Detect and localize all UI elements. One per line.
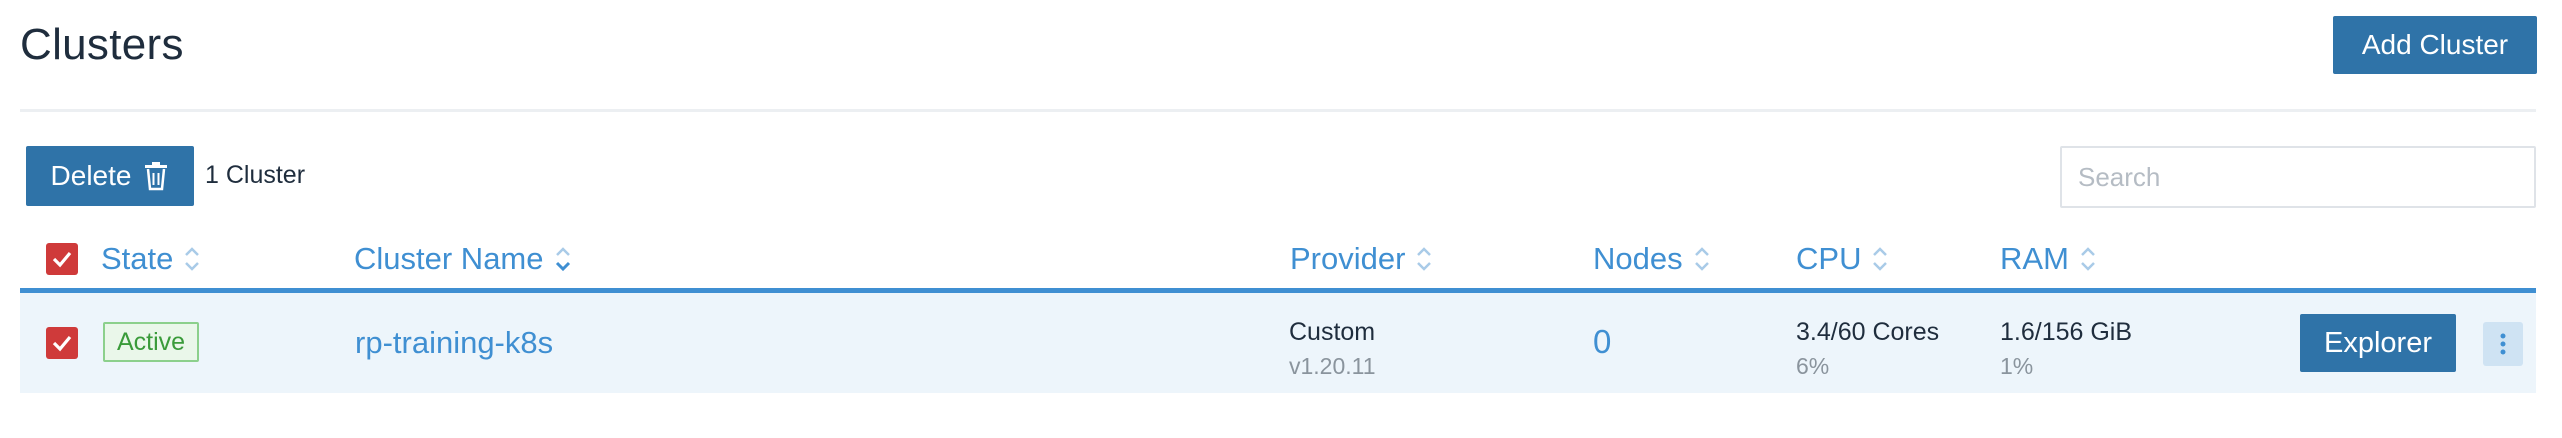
cpu-percent: 6% <box>1796 353 1830 379</box>
kebab-menu-icon <box>2500 333 2506 355</box>
provider-name: Custom <box>1289 318 1376 346</box>
status-badge: Active <box>103 322 200 362</box>
row-actions-button[interactable] <box>2483 322 2523 366</box>
column-header-label: Nodes <box>1593 241 1683 276</box>
cluster-count: 1 Cluster <box>205 161 306 189</box>
column-header-nodes[interactable]: Nodes <box>1593 230 1711 288</box>
sort-icon <box>2081 247 2095 271</box>
title-divider <box>20 109 2536 112</box>
provider-version: v1.20.11 <box>1289 353 1376 379</box>
row-checkbox[interactable] <box>46 327 78 359</box>
column-header-label: CPU <box>1796 241 1862 276</box>
explorer-button[interactable]: Explorer <box>2300 314 2456 372</box>
cpu-usage: 3.4/60 Cores <box>1796 318 1940 346</box>
column-header-label: RAM <box>2000 241 2069 276</box>
sort-icon <box>1873 247 1888 271</box>
sort-ascending-icon <box>555 247 570 272</box>
table-row: Active rp-training-k8s Custom v1.20.11 0… <box>20 293 2536 393</box>
add-cluster-button[interactable]: Add Cluster <box>2333 16 2537 74</box>
column-header-cpu[interactable]: CPU <box>1796 230 1889 288</box>
sort-icon <box>1694 247 1709 271</box>
sort-icon <box>185 247 200 271</box>
cluster-name-link[interactable]: rp-training-k8s <box>355 325 553 361</box>
check-icon <box>52 335 72 352</box>
search-input[interactable] <box>2060 146 2536 208</box>
page-title: Clusters <box>20 20 184 69</box>
ram-percent: 1% <box>2000 353 2034 379</box>
delete-button[interactable]: Delete <box>26 146 194 206</box>
column-header-ram[interactable]: RAM <box>2000 230 2097 288</box>
column-header-state[interactable]: State <box>101 230 201 288</box>
sort-icon <box>1417 247 1432 271</box>
ram-usage: 1.6/156 GiB <box>2000 318 2133 346</box>
column-header-cluster-name[interactable]: Cluster Name <box>354 230 572 288</box>
column-header-label: Cluster Name <box>354 241 544 276</box>
select-all-checkbox[interactable] <box>46 243 78 275</box>
column-header-provider[interactable]: Provider <box>1290 230 1433 288</box>
check-icon <box>52 251 72 268</box>
column-header-label: Provider <box>1290 241 1406 276</box>
delete-button-label: Delete <box>50 160 132 191</box>
nodes-count[interactable]: 0 <box>1593 323 1611 361</box>
table-header: State Cluster Name Provider Nodes CPU RA… <box>20 230 2536 288</box>
column-header-label: State <box>101 241 174 276</box>
trash-icon <box>145 162 168 191</box>
